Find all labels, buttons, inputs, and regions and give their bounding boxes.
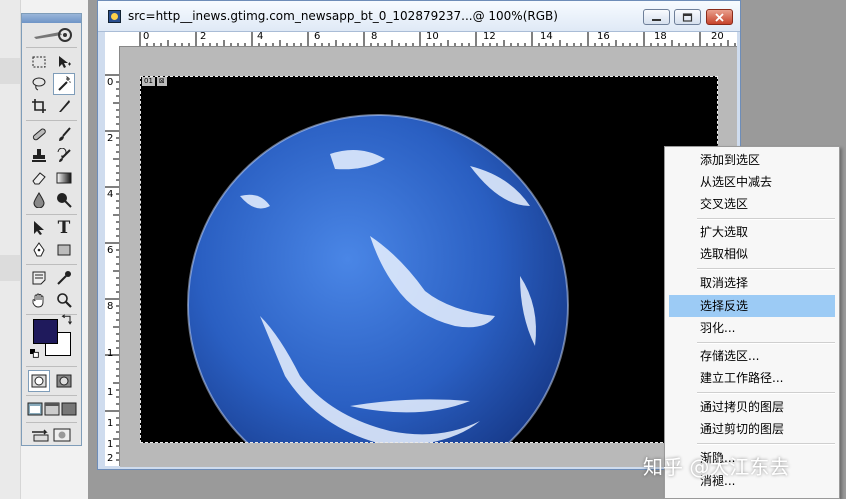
- history-brush-icon[interactable]: [53, 145, 75, 167]
- dodge-icon[interactable]: [53, 189, 75, 211]
- ruler-label: 20: [711, 32, 724, 42]
- close-button[interactable]: [706, 9, 733, 25]
- screen-mode-full-menu-icon[interactable]: [43, 398, 60, 420]
- earth-image[interactable]: 01 ⊠: [140, 76, 718, 443]
- menu-item-save-selection[interactable]: 存储选区...: [669, 345, 835, 367]
- menu-item-deselect[interactable]: 取消选择: [669, 272, 835, 294]
- quick-mask-icon[interactable]: [53, 370, 75, 392]
- crop-icon[interactable]: [28, 95, 50, 117]
- close-icon: [715, 12, 724, 22]
- zoom-icon[interactable]: [53, 289, 75, 311]
- ruler-label: 10: [426, 32, 439, 42]
- ruler-label: 2: [107, 453, 114, 464]
- menu-separator: [697, 392, 835, 394]
- menu-item-add-to-selection[interactable]: 添加到选区: [669, 149, 835, 171]
- ruler-label: 4: [257, 32, 264, 42]
- watermark-text: 知乎 @大江东去: [643, 455, 790, 479]
- healing-brush-icon[interactable]: [28, 123, 50, 145]
- toolbox: T: [21, 13, 82, 446]
- lasso-icon[interactable]: [28, 73, 50, 95]
- layer-indicator: 01 ⊠: [142, 77, 167, 86]
- ruler-corner[interactable]: [105, 32, 120, 47]
- menu-item-make-work-path[interactable]: 建立工作路径...: [669, 367, 835, 389]
- menu-item-layer-via-cut[interactable]: 通过剪切的图层: [669, 418, 835, 440]
- horizontal-ruler[interactable]: 0 2 4 6 8 10 12 14 16 18 20: [119, 32, 737, 47]
- document-titlebar[interactable]: src=http__inews.gtimg.com_newsapp_bt_0_1…: [98, 1, 740, 32]
- ruler-label: 6: [314, 32, 321, 42]
- toolbox-titlebar[interactable]: [22, 14, 81, 23]
- eyedropper-icon[interactable]: [53, 267, 75, 289]
- hand-icon[interactable]: [28, 289, 50, 311]
- layer-mask-tag: ⊠: [156, 77, 167, 86]
- menu-separator: [697, 218, 835, 220]
- default-colors-icon[interactable]: [29, 348, 41, 360]
- menu-item-intersect-selection[interactable]: 交叉选区: [669, 193, 835, 215]
- menu-item-subtract-from-selection[interactable]: 从选区中减去: [669, 171, 835, 193]
- screen-mode-full-icon[interactable]: [60, 398, 77, 420]
- marquee-icon[interactable]: [28, 51, 50, 73]
- menu-item-grow[interactable]: 扩大选取: [669, 221, 835, 243]
- ruler-label: 16: [597, 32, 610, 42]
- minimize-button[interactable]: [643, 9, 670, 25]
- magic-wand-icon[interactable]: [53, 73, 75, 95]
- document-window[interactable]: src=http__inews.gtimg.com_newsapp_bt_0_1…: [97, 0, 741, 470]
- standard-mode-icon[interactable]: [28, 370, 50, 392]
- eraser-icon[interactable]: [28, 167, 50, 189]
- jump-to-imageready-icon[interactable]: [28, 424, 76, 446]
- feather-logo-icon[interactable]: [30, 24, 74, 46]
- ruler-label: 4: [107, 189, 114, 200]
- menu-separator: [697, 443, 835, 445]
- ruler-label: 2: [200, 32, 207, 42]
- foreground-color-swatch[interactable]: [33, 319, 58, 344]
- photoshop-document-icon: [108, 10, 121, 23]
- vertical-ruler[interactable]: 0 2 4 6 8 1 1 1 1 2: [105, 46, 120, 466]
- ruler-label: 0: [143, 32, 150, 42]
- ruler-label: 6: [107, 245, 114, 256]
- pen-icon[interactable]: [28, 239, 50, 261]
- maximize-icon: [682, 12, 693, 22]
- path-select-icon[interactable]: [28, 217, 50, 239]
- ruler-label: 8: [107, 301, 114, 312]
- ruler-label: 1: [107, 387, 114, 398]
- context-menu: 添加到选区 从选区中减去 交叉选区 扩大选取 选取相似 取消选择 选择反选 羽化…: [664, 146, 840, 499]
- gradient-icon[interactable]: [53, 167, 75, 189]
- brush-icon[interactable]: [53, 123, 75, 145]
- ruler-label: 2: [107, 133, 114, 144]
- ruler-label: 12: [483, 32, 496, 42]
- ruler-label: 1: [107, 348, 114, 359]
- ruler-label: 14: [540, 32, 553, 42]
- canvas-area[interactable]: 01 ⊠: [120, 47, 737, 467]
- move-icon[interactable]: [53, 51, 75, 73]
- menu-item-similar[interactable]: 选取相似: [669, 243, 835, 265]
- menu-item-feather[interactable]: 羽化...: [669, 317, 835, 339]
- screen-mode-standard-icon[interactable]: [26, 398, 43, 420]
- blur-icon[interactable]: [28, 189, 50, 211]
- slice-icon[interactable]: [53, 95, 75, 117]
- menu-item-select-inverse[interactable]: 选择反选: [669, 295, 835, 317]
- ruler-ticks: [105, 74, 119, 461]
- minimize-icon: [652, 18, 661, 21]
- ruler-label: 0: [107, 77, 114, 88]
- layer-number-tag: 01: [142, 77, 155, 86]
- notes-icon[interactable]: [28, 267, 50, 289]
- type-icon[interactable]: T: [53, 217, 75, 239]
- earth-photo: [140, 76, 718, 443]
- menu-separator: [697, 342, 835, 344]
- ruler-label: 1: [107, 418, 114, 429]
- ruler-label: 1: [107, 439, 114, 450]
- document-title: src=http__inews.gtimg.com_newsapp_bt_0_1…: [128, 9, 558, 23]
- ruler-label: 18: [654, 32, 667, 42]
- maximize-button[interactable]: [674, 9, 701, 25]
- left-panel-strip: [0, 0, 21, 499]
- menu-separator: [697, 268, 835, 270]
- menu-item-layer-via-copy[interactable]: 通过拷贝的图层: [669, 396, 835, 418]
- clone-stamp-icon[interactable]: [28, 145, 50, 167]
- swap-colors-icon[interactable]: [60, 313, 74, 327]
- ruler-label: 8: [371, 32, 378, 42]
- shape-icon[interactable]: [53, 239, 75, 261]
